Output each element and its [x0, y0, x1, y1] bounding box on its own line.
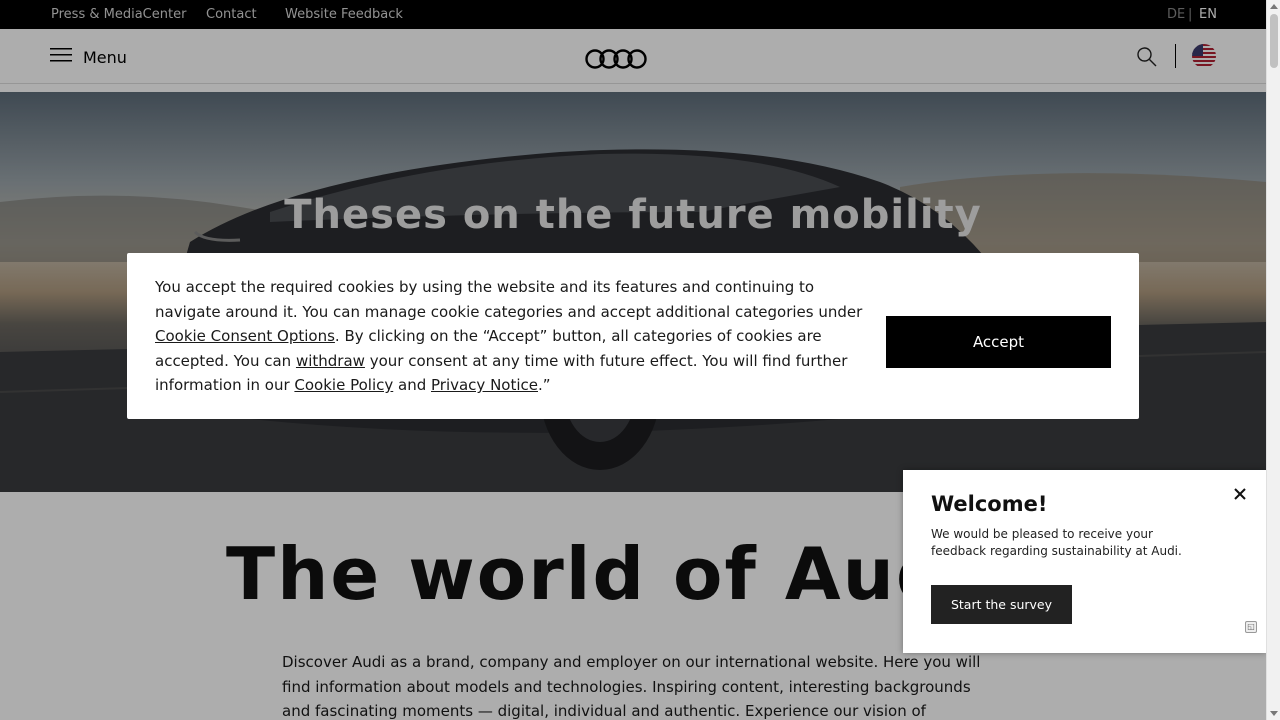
scroll-down-arrow-icon[interactable]: [1270, 711, 1278, 716]
survey-popup: Welcome! We would be pleased to receive …: [903, 470, 1266, 653]
cookie-consent-dialog: You accept the required cookies by using…: [127, 253, 1139, 419]
scrollbar-thumb[interactable]: [1270, 14, 1278, 68]
start-survey-button[interactable]: Start the survey: [931, 585, 1072, 624]
cookie-text-part: You accept the required cookies by using…: [155, 278, 863, 321]
scroll-up-arrow-icon[interactable]: [1270, 4, 1278, 9]
cookie-text-part: and: [393, 376, 431, 394]
accept-cookies-button[interactable]: Accept: [886, 316, 1111, 368]
survey-provider-icon: ◱: [1245, 621, 1257, 633]
cookie-consent-text: You accept the required cookies by using…: [155, 275, 875, 398]
survey-body: We would be pleased to receive your feed…: [931, 527, 1182, 558]
close-icon[interactable]: [1232, 486, 1248, 502]
survey-title: Welcome!: [931, 492, 1048, 516]
page-scrollbar[interactable]: [1266, 0, 1280, 720]
cookie-policy-link[interactable]: Cookie Policy: [294, 376, 393, 394]
cookie-text-part: .”: [538, 376, 551, 394]
withdraw-link[interactable]: withdraw: [296, 352, 365, 370]
cookie-consent-options-link[interactable]: Cookie Consent Options: [155, 327, 335, 345]
privacy-notice-link[interactable]: Privacy Notice: [431, 376, 538, 394]
